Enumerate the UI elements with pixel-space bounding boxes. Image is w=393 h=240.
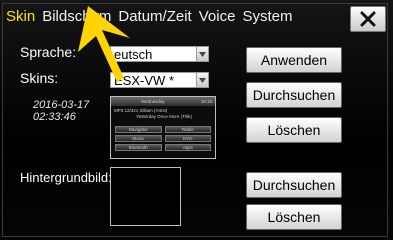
preview-button: Music (115, 135, 162, 142)
preview-button: Navigator (115, 126, 162, 133)
preview-track-info: MP3 12/321 Silliam (Artist) Yesterday On… (111, 106, 215, 120)
chevron-down-icon (196, 73, 208, 87)
skins-label: Skins: (20, 70, 59, 86)
skins-value: ESX-VW * (114, 73, 174, 88)
skin-time: 02:33:46 (33, 111, 76, 123)
background-label: Hintergrundbild: (20, 170, 112, 185)
preview-button: DVD (164, 135, 211, 142)
tab-bar: Skin Bildschirm Datum/Zeit Voice System (6, 8, 292, 30)
language-label: Sprache: (20, 44, 77, 60)
tab-bildschirm[interactable]: Bildschirm (42, 8, 111, 30)
background-image-preview (110, 167, 181, 226)
close-button[interactable] (350, 6, 386, 32)
skins-select[interactable]: ESX-VW * (110, 72, 209, 88)
delete-background-button[interactable]: Löschen (246, 204, 342, 230)
chevron-down-icon (196, 47, 208, 61)
preview-button-grid: Navigator Radio Music DVD Bluetooth Apps (115, 126, 211, 151)
preview-day: Wednesday (141, 99, 165, 104)
close-x-icon (360, 11, 376, 27)
delete-skin-button[interactable]: Löschen (246, 117, 342, 143)
language-select[interactable]: eutsch (110, 46, 209, 62)
preview-button: Radio (164, 126, 211, 133)
tab-datum-zeit[interactable]: Datum/Zeit (118, 8, 191, 30)
preview-button: Apps (164, 144, 211, 151)
preview-time: 18:15 (200, 99, 212, 104)
language-value: eutsch (114, 47, 153, 62)
tab-system[interactable]: System (242, 8, 292, 30)
skin-date: 2016-03-17 (33, 99, 90, 111)
preview-status-bar: Wednesday 18:15 (111, 97, 215, 106)
tab-skin[interactable]: Skin (6, 8, 35, 30)
browse-background-button[interactable]: Durchsuchen (246, 172, 342, 198)
tab-voice[interactable]: Voice (199, 8, 236, 30)
preview-track-line2: Yesterday Once More (Title) (136, 114, 192, 119)
skin-preview: Wednesday 18:15 MP3 12/321 Silliam (Arti… (110, 96, 216, 159)
apply-button[interactable]: Anwenden (246, 47, 342, 73)
preview-button: Bluetooth (115, 144, 162, 151)
browse-skin-button[interactable]: Durchsuchen (246, 82, 342, 108)
